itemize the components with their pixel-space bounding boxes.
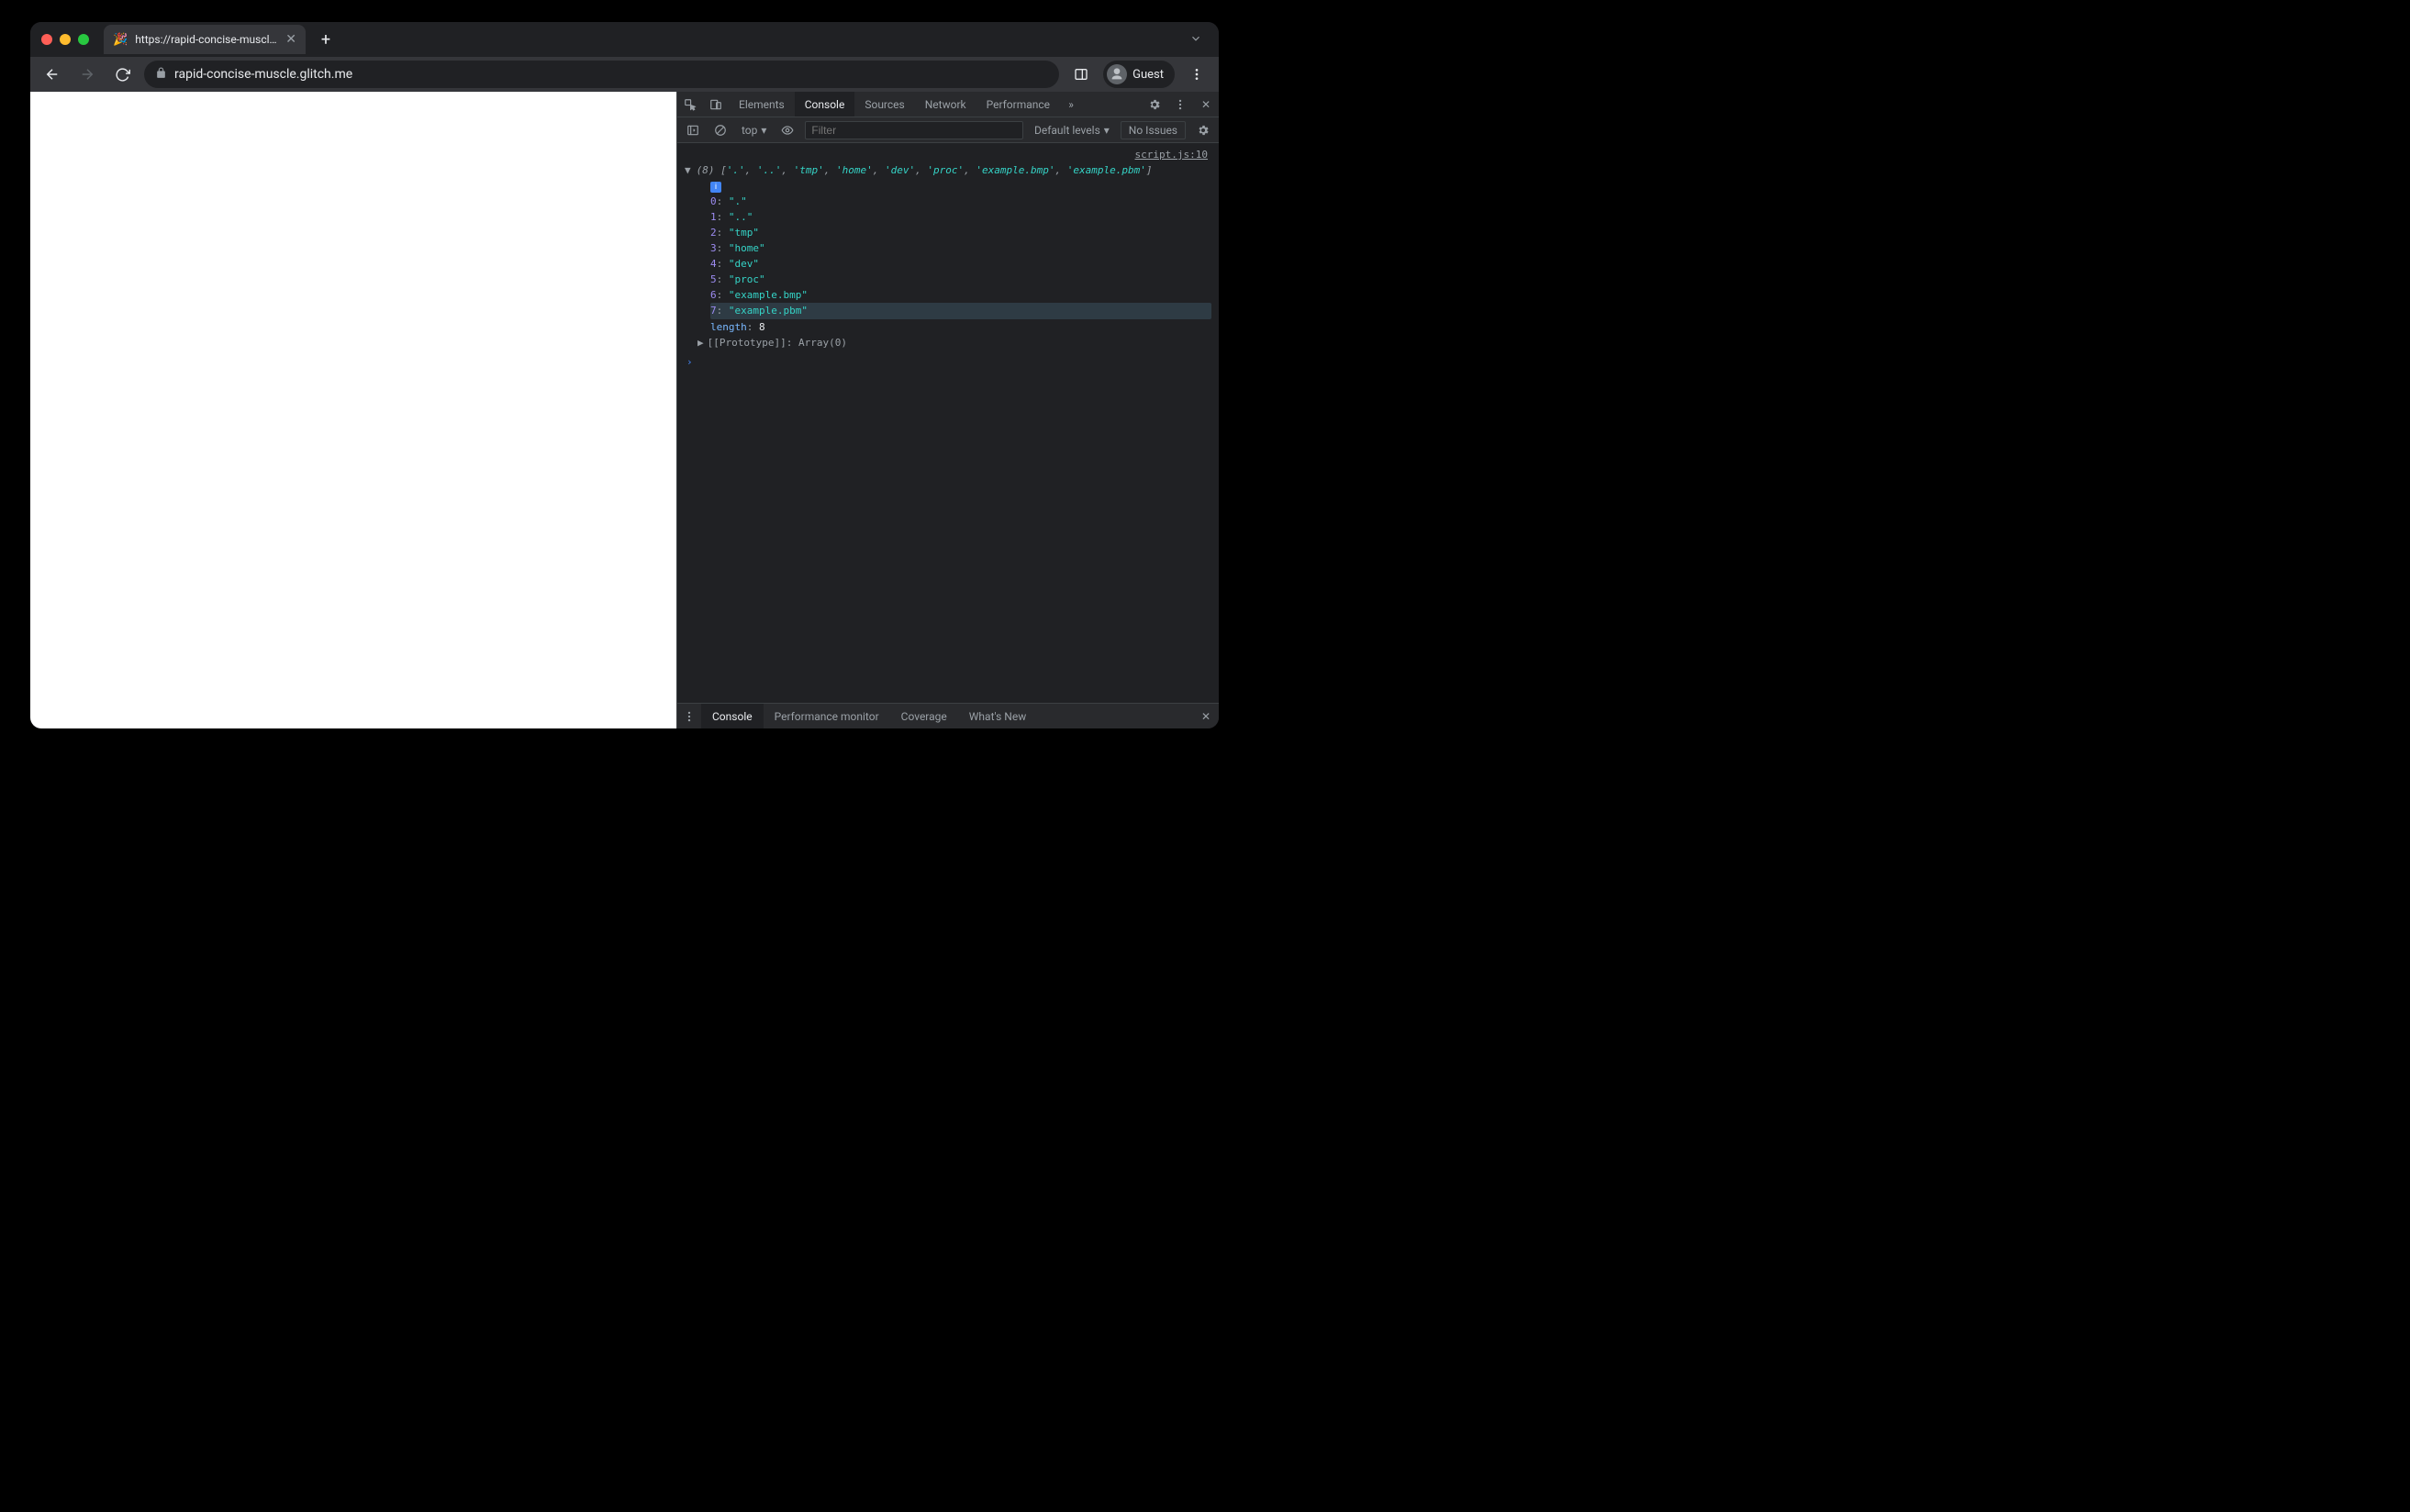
live-expression-icon[interactable] [777,120,798,140]
avatar-icon [1107,64,1127,84]
traffic-lights [41,34,89,45]
drawer-menu-icon[interactable] [677,704,701,728]
profile-label: Guest [1132,68,1164,82]
content-area: Elements Console Sources Network Perform… [30,92,1219,728]
tab-title: https://rapid-concise-muscle.g [135,33,278,46]
console-prompt[interactable]: › [685,350,1211,370]
tabs-dropdown-icon[interactable] [1184,31,1208,49]
log-levels-selector[interactable]: Default levels ▾ [1031,124,1113,137]
array-summary-row[interactable]: ▼ (8) ['.', '..', 'tmp', 'home', 'dev', … [685,162,1211,178]
array-item-row[interactable]: 0: "." [710,194,1211,209]
array-preview-item: 'proc' [927,164,964,176]
info-badge-row: i [710,178,1211,194]
drawer-tab-console[interactable]: Console [701,704,764,728]
browser-window: 🎉 https://rapid-concise-muscle.g ✕ + rap… [30,22,1219,728]
array-length-row: length: 8 [710,319,1211,335]
issues-button[interactable]: No Issues [1121,121,1186,139]
array-preview-item: 'home' [836,164,873,176]
array-item-row[interactable]: 3: "home" [710,240,1211,256]
drawer-tab-perfmon[interactable]: Performance monitor [764,704,890,728]
chevron-down-icon: ▾ [761,124,766,137]
address-bar[interactable]: rapid-concise-muscle.glitch.me [144,61,1059,88]
titlebar: 🎉 https://rapid-concise-muscle.g ✕ + [30,22,1219,57]
console-settings-icon[interactable] [1193,120,1213,140]
device-toolbar-icon[interactable] [703,92,729,117]
array-preview-item: 'example.pbm' [1067,164,1146,176]
window-close-button[interactable] [41,34,52,45]
tab-console[interactable]: Console [795,92,855,117]
array-item-row[interactable]: 4: "dev" [710,256,1211,272]
tabs-overflow-icon[interactable]: » [1060,92,1082,117]
devtools-settings-icon[interactable] [1142,92,1167,117]
tab-favicon-icon: 🎉 [113,33,128,47]
array-preview-item: 'dev' [885,164,915,176]
prototype-key: [[Prototype]] [708,337,787,349]
tab-elements[interactable]: Elements [729,92,795,117]
tab-network[interactable]: Network [915,92,976,117]
page-viewport[interactable] [30,92,677,728]
context-label: top [742,124,757,137]
execution-context-selector[interactable]: top ▾ [738,124,770,137]
devtools-tabbar: Elements Console Sources Network Perform… [677,92,1219,117]
devtools-close-icon[interactable]: ✕ [1193,92,1219,117]
chevron-down-icon: ▾ [1104,124,1110,137]
console-output[interactable]: script.js:10 ▼ (8) ['.', '..', 'tmp', 'h… [677,143,1219,703]
levels-label: Default levels [1034,124,1100,137]
expand-triangle-icon[interactable]: ▶ [697,335,704,350]
array-preview-item: 'tmp' [794,164,824,176]
prototype-row[interactable]: ▶ [[Prototype]]: Array(0) [685,335,1211,350]
browser-toolbar: rapid-concise-muscle.glitch.me Guest [30,57,1219,92]
browser-menu-icon[interactable] [1184,61,1210,87]
expand-triangle-icon[interactable]: ▼ [685,162,691,178]
console-sidebar-toggle-icon[interactable] [683,120,703,140]
forward-button[interactable] [74,61,100,87]
tab-sources[interactable]: Sources [854,92,914,117]
profile-button[interactable]: Guest [1103,61,1175,88]
array-preview-item: 'example.bmp' [976,164,1054,176]
toolbar-right: Guest [1068,61,1210,88]
info-icon: i [710,182,721,193]
inspect-element-icon[interactable] [677,92,703,117]
array-item-row[interactable]: 6: "example.bmp" [710,287,1211,303]
address-bar-url: rapid-concise-muscle.glitch.me [174,67,352,82]
prototype-value: Array(0) [798,337,847,349]
console-filter-input[interactable] [805,121,1023,139]
array-item-row[interactable]: 2: "tmp" [710,225,1211,240]
array-length: (8) [697,164,715,176]
back-button[interactable] [39,61,65,87]
devtools-panel: Elements Console Sources Network Perform… [677,92,1219,728]
window-minimize-button[interactable] [60,34,71,45]
console-toolbar: top ▾ Default levels ▾ No Issues [677,117,1219,143]
array-preview-item: '.' [727,164,745,176]
drawer-close-icon[interactable]: ✕ [1193,704,1219,728]
drawer-tab-coverage[interactable]: Coverage [890,704,958,728]
array-preview-item: '..' [757,164,782,176]
devtools-drawer: Console Performance monitor Coverage Wha… [677,703,1219,728]
array-item-row[interactable]: 7: "example.pbm" [710,303,1211,318]
side-panel-icon[interactable] [1068,61,1094,87]
reload-button[interactable] [109,61,135,87]
clear-console-icon[interactable] [710,120,731,140]
drawer-tab-whatsnew[interactable]: What's New [958,704,1037,728]
lock-icon [155,67,167,83]
array-item-row[interactable]: 1: ".." [710,209,1211,225]
devtools-menu-icon[interactable] [1167,92,1193,117]
source-link[interactable]: script.js:10 [685,147,1211,162]
browser-tab[interactable]: 🎉 https://rapid-concise-muscle.g ✕ [104,25,306,54]
tab-close-icon[interactable]: ✕ [285,32,296,47]
new-tab-button[interactable]: + [313,27,339,52]
window-maximize-button[interactable] [78,34,89,45]
array-item-row[interactable]: 5: "proc" [710,272,1211,287]
issues-label: No Issues [1129,124,1177,137]
tab-performance[interactable]: Performance [976,92,1060,117]
